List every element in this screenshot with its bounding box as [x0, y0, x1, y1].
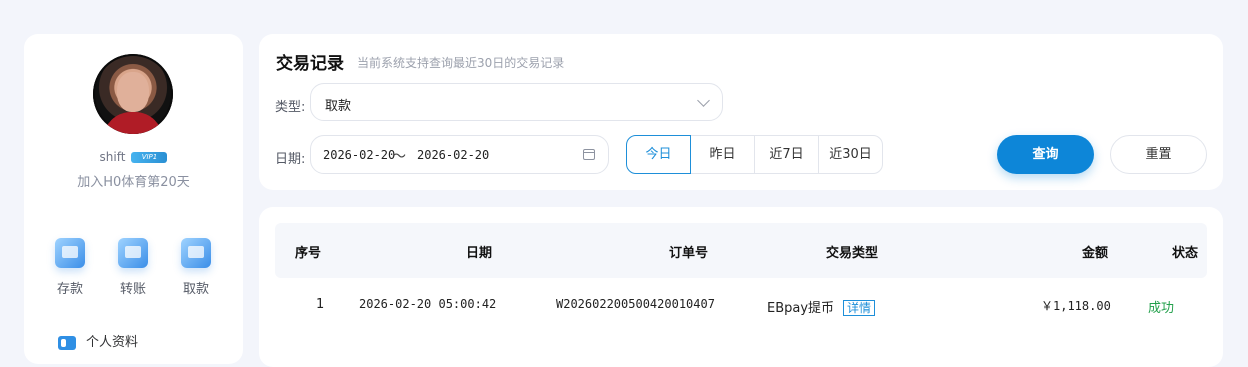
sidebar-item-profile[interactable]: 个人资料 — [58, 331, 138, 350]
transfer-icon — [118, 238, 148, 268]
col-order-no: 订单号 — [669, 246, 709, 261]
deposit-button[interactable]: 存款 — [40, 238, 100, 297]
date-range-picker[interactable]: 2026-02-20 〜 2026-02-20 — [310, 135, 609, 174]
withdraw-icon — [181, 238, 211, 268]
username-row: shift VIP1 — [24, 150, 243, 164]
date-from[interactable]: 2026-02-20 — [323, 148, 395, 162]
col-amount: 金额 — [1082, 246, 1109, 261]
row-date: 2026-02-20 05:00:42 — [359, 297, 497, 311]
chevron-down-icon — [697, 94, 710, 107]
type-select[interactable]: 取款 — [310, 83, 723, 121]
filter-panel: 交易记录 当前系统支持查询最近30日的交易记录 类型: 取款 日期: 2026-… — [259, 34, 1223, 190]
type-label: 类型: — [275, 100, 306, 115]
username: shift — [99, 150, 126, 164]
deposit-label: 存款 — [56, 282, 83, 297]
user-sidebar: shift VIP1 加入H0体育第20天 存款 转账 取款 个人资料 — [24, 34, 243, 364]
withdraw-button[interactable]: 取款 — [166, 238, 226, 297]
calendar-icon[interactable] — [583, 149, 595, 160]
date-to[interactable]: 2026-02-20 — [417, 148, 489, 162]
quick-range-group: 今日 昨日 近7日 近30日 — [626, 135, 883, 174]
join-days-text: 加入H0体育第20天 — [77, 175, 190, 190]
type-select-value: 取款 — [325, 99, 352, 114]
col-status: 状态 — [1172, 246, 1199, 261]
row-type: EBpay提币 — [767, 301, 835, 316]
withdraw-label: 取款 — [182, 282, 209, 297]
row-index: 1 — [316, 297, 325, 312]
row-status: 成功 — [1148, 301, 1175, 316]
range-30days-button[interactable]: 近30日 — [818, 135, 883, 174]
col-index: 序号 — [295, 246, 322, 261]
transfer-label: 转账 — [119, 282, 146, 297]
avatar-shirt — [103, 112, 163, 134]
page-subtitle: 当前系统支持查询最近30日的交易记录 — [357, 56, 565, 70]
avatar-face — [117, 72, 149, 112]
row-amount: ￥1,118.00 — [1041, 299, 1111, 313]
row-order-no: W202602200500420010407 — [556, 297, 715, 311]
row-type-cell: EBpay提币 详情 — [767, 297, 876, 316]
page-title: 交易记录 — [276, 54, 344, 74]
table-header: 序号 日期 订单号 交易类型 金额 状态 — [275, 223, 1207, 278]
table-row: 1 2026-02-20 05:00:42 W20260220050042001… — [275, 278, 1207, 333]
query-button[interactable]: 查询 — [997, 135, 1094, 174]
range-today-button[interactable]: 今日 — [626, 135, 691, 174]
deposit-icon — [55, 238, 85, 268]
vip-badge: VIP1 — [131, 152, 168, 163]
range-7days-button[interactable]: 近7日 — [754, 135, 819, 174]
detail-link[interactable]: 详情 — [843, 300, 876, 316]
col-type: 交易类型 — [826, 246, 879, 261]
transfer-button[interactable]: 转账 — [103, 238, 163, 297]
reset-button[interactable]: 重置 — [1110, 135, 1207, 174]
date-label: 日期: — [275, 152, 306, 167]
sidebar-item-label: 个人资料 — [86, 335, 139, 350]
date-separator: 〜 — [392, 149, 406, 165]
col-date: 日期 — [466, 246, 493, 261]
profile-card-icon — [58, 335, 76, 350]
range-yesterday-button[interactable]: 昨日 — [690, 135, 755, 174]
records-table: 序号 日期 订单号 交易类型 金额 状态 1 2026-02-20 05:00:… — [259, 207, 1223, 367]
user-avatar[interactable] — [93, 54, 173, 134]
